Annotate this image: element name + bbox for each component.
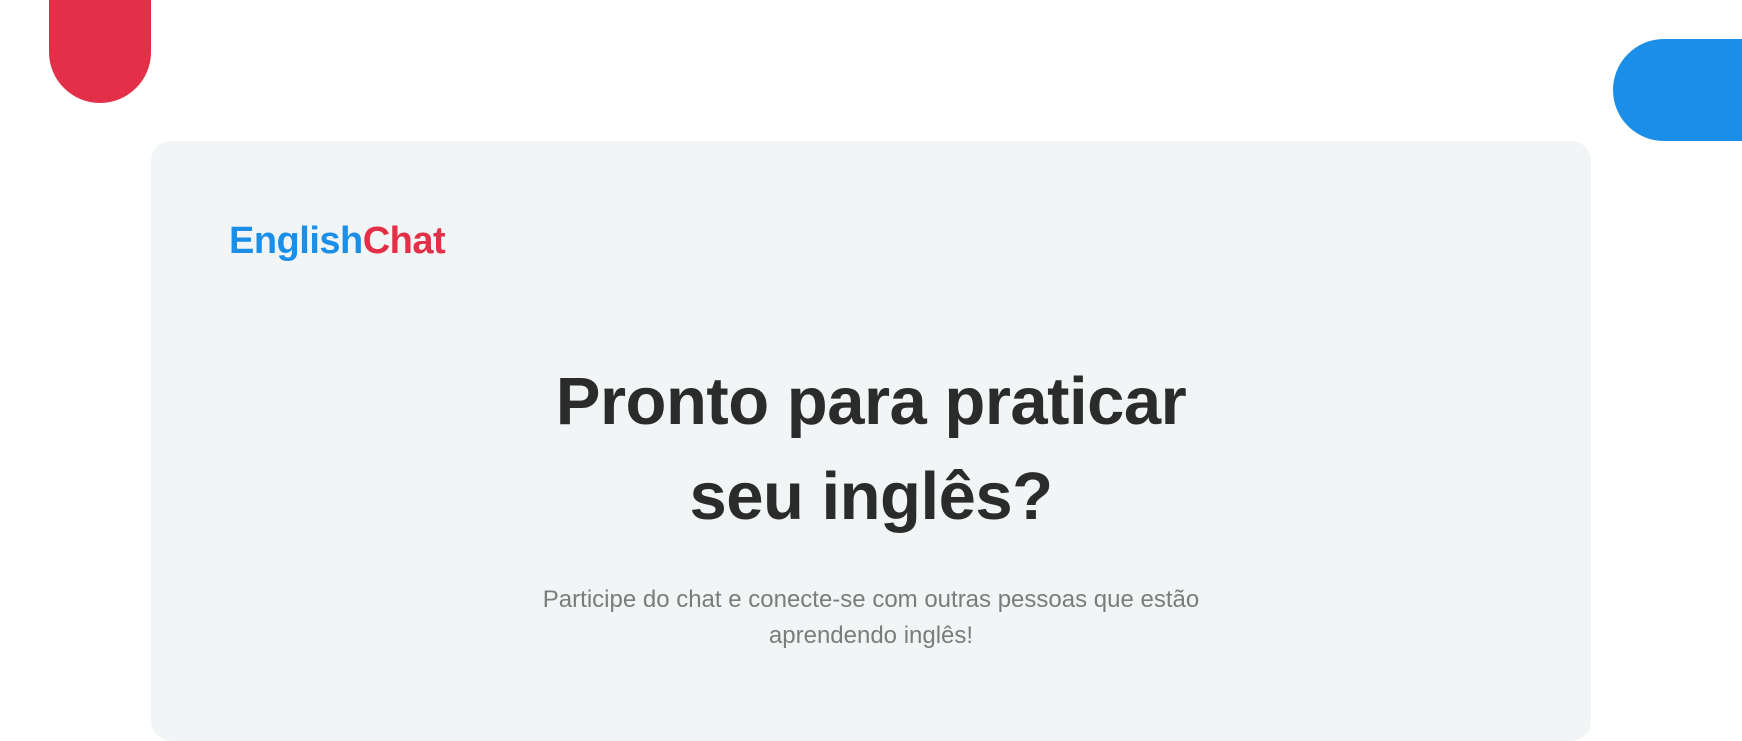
hero-title: Pronto para praticar seu inglês? bbox=[555, 364, 1187, 534]
logo-chat-text: Chat bbox=[362, 220, 446, 262]
decorative-red-shape bbox=[49, 0, 151, 103]
hero-subtitle: Participe do chat e conecte-se com outra… bbox=[542, 586, 1200, 649]
logo-english-text: English bbox=[229, 220, 363, 262]
logo[interactable]: EnglishChat bbox=[229, 220, 446, 262]
hero-card: EnglishChat Pronto para praticar seu ing… bbox=[151, 141, 1591, 741]
decorative-blue-shape bbox=[1613, 39, 1742, 141]
hero-section: Pronto para praticar seu inglês? Partici… bbox=[151, 354, 1591, 654]
